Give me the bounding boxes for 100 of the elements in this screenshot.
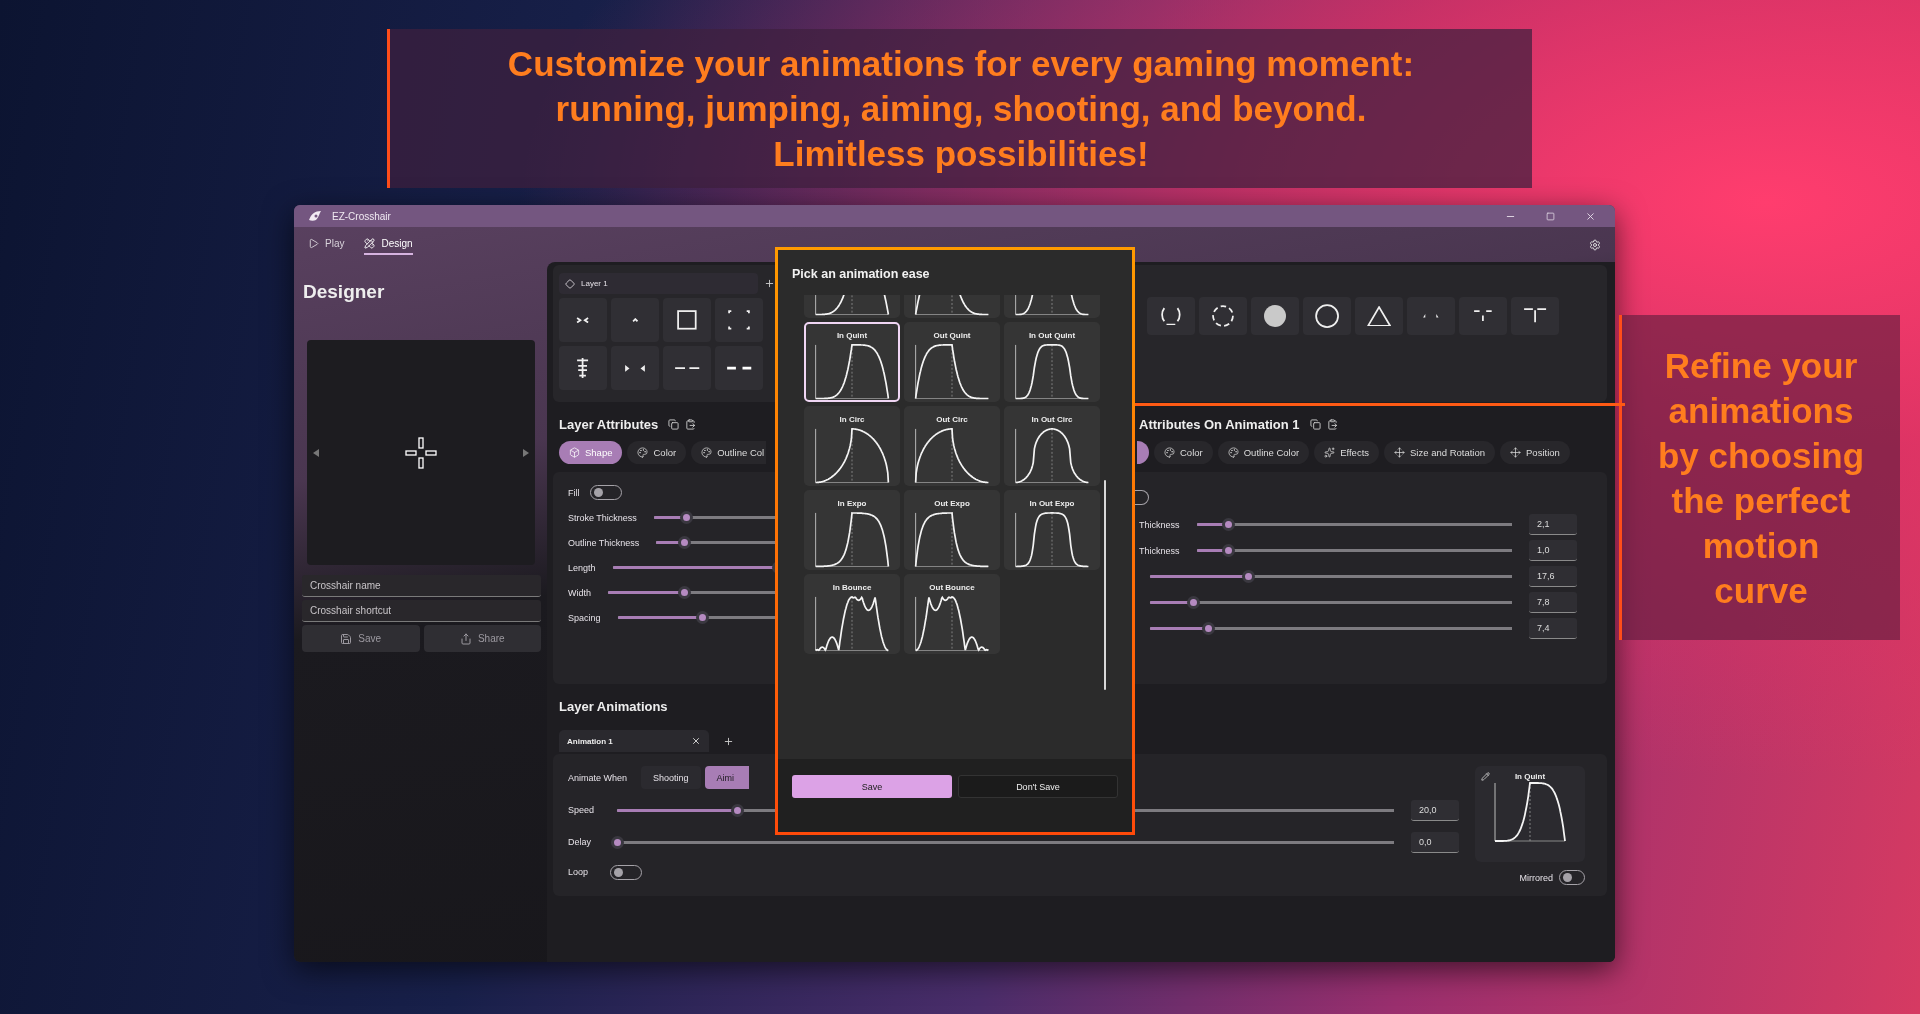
value-field[interactable]: 0,0: [1411, 831, 1459, 853]
ease-name: In Quint: [1514, 772, 1546, 781]
ease-option[interactable]: In Out Expo: [1004, 490, 1100, 570]
ease-option[interactable]: In Out Circ: [1004, 406, 1100, 486]
right-arrow-icon[interactable]: [523, 448, 529, 457]
paste-icon[interactable]: [1326, 418, 1338, 430]
attribute-tab[interactable]: Position: [1500, 440, 1570, 464]
diamond-icon: [565, 278, 575, 289]
text-field[interactable]: Crosshair shortcut: [302, 600, 541, 622]
palette-icon: [637, 446, 649, 458]
bird-logo-icon: [308, 210, 322, 222]
crosshair-shape-icon: [1366, 305, 1392, 327]
ease-preview-card[interactable]: In Quint: [1475, 766, 1585, 862]
ease-option[interactable]: In Quint: [804, 322, 900, 402]
shape-option[interactable]: [1303, 297, 1351, 335]
copy-icon[interactable]: [668, 418, 680, 430]
section-title: Layer Animations: [559, 698, 668, 714]
value-field[interactable]: 20,0: [1411, 799, 1459, 821]
ease-option[interactable]: In Bounce: [804, 574, 900, 654]
crosshair-shape-icon: [728, 310, 750, 330]
dialog-title: Pick an animation ease: [791, 266, 931, 283]
shape-option[interactable]: [663, 298, 711, 342]
ease-option[interactable]: Out Quint: [904, 322, 1000, 402]
slider-thumb[interactable]: [611, 835, 624, 849]
ease-option[interactable]: In Circ: [804, 406, 900, 486]
trigger-option[interactable]: Shooting: [641, 766, 701, 789]
slider-thumb[interactable]: [1201, 622, 1215, 635]
shape-option[interactable]: [1199, 297, 1247, 335]
field-label: Thickness: [1139, 519, 1180, 530]
ease-option[interactable]: Out Expo: [904, 490, 1000, 570]
save-button[interactable]: Save: [302, 625, 420, 652]
slider-thumb[interactable]: [1222, 518, 1236, 531]
slider-thumb[interactable]: [1222, 544, 1236, 557]
palette-icon: [1227, 446, 1239, 458]
ease-option[interactable]: In Out Quint: [1004, 322, 1100, 402]
ease-option[interactable]: In Expo: [804, 490, 900, 570]
save-icon: [340, 632, 353, 645]
crosshair-shape-icon: [1314, 303, 1340, 329]
trigger-option[interactable]: Aimi: [704, 766, 749, 789]
field-label: Speed: [568, 805, 596, 815]
slider-thumb[interactable]: [1241, 570, 1255, 583]
layer-tab[interactable]: Layer 1: [559, 273, 758, 294]
attribute-tab[interactable]: Color: [627, 440, 687, 464]
attribute-tab[interactable]: [1137, 440, 1149, 464]
settings-icon[interactable]: [1589, 238, 1601, 251]
value-field[interactable]: 17,6: [1529, 566, 1577, 587]
field-label: Mirrored: [1519, 872, 1553, 883]
crosshair-shape-icon: [1473, 309, 1493, 323]
ease-option[interactable]: Out Circ: [904, 406, 1000, 486]
share-icon: [459, 632, 472, 645]
slider-thumb[interactable]: [680, 511, 694, 524]
crosshair-shape-icon: [1212, 305, 1234, 327]
left-arrow-icon[interactable]: [313, 448, 319, 457]
ease-option[interactable]: Out Bounce: [904, 574, 1000, 654]
value-field[interactable]: 7,8: [1529, 592, 1577, 613]
slider-thumb[interactable]: [677, 586, 691, 599]
value-field[interactable]: 7,4: [1529, 618, 1577, 639]
value-field[interactable]: 2,1: [1529, 514, 1577, 535]
animation-tab[interactable]: Animation 1: [559, 730, 709, 752]
dont-save-button[interactable]: Don't Save: [958, 775, 1118, 798]
field-label: Spacing: [568, 612, 601, 623]
play-icon: [308, 238, 319, 249]
crosshair-shape-icon: [631, 317, 639, 323]
shape-option[interactable]: [1355, 297, 1403, 335]
slider-thumb[interactable]: [695, 611, 709, 624]
attribute-tab[interactable]: Effects: [1314, 440, 1380, 464]
section-title: Attributes On Animation 1: [1139, 416, 1300, 432]
callout-text: Refine your animations by choosing the perfect motion curve: [1657, 344, 1865, 612]
shape-option[interactable]: [1251, 297, 1299, 335]
attribute-tab[interactable]: Outline Color: [1217, 440, 1310, 464]
text-field[interactable]: Crosshair name: [302, 575, 541, 597]
shape-option[interactable]: [1511, 297, 1559, 335]
attribute-tab[interactable]: Color: [1154, 440, 1213, 464]
add-layer-button[interactable]: [764, 278, 775, 289]
paste-icon[interactable]: [685, 418, 697, 430]
palette-icon: [701, 446, 713, 458]
crosshair-shape-icon: [576, 357, 590, 379]
nav-tab[interactable]: Design: [364, 234, 413, 255]
slider-thumb[interactable]: [677, 536, 691, 549]
nav-tab[interactable]: Play: [308, 234, 345, 255]
shape-option[interactable]: [559, 346, 607, 390]
plus-icon: [764, 278, 775, 289]
shape-option[interactable]: [1147, 297, 1195, 335]
pencil-icon[interactable]: [1481, 772, 1490, 781]
share-button[interactable]: Share: [423, 625, 541, 652]
attribute-tab[interactable]: Size and Rotation: [1384, 440, 1496, 464]
slider-thumb[interactable]: [1187, 596, 1201, 609]
copy-icon[interactable]: [1309, 418, 1321, 430]
close-icon[interactable]: [691, 736, 701, 746]
value-field[interactable]: 1,0: [1529, 540, 1577, 561]
scrollbar-thumb[interactable]: [1104, 480, 1106, 690]
field-label: Delay: [568, 837, 592, 847]
attribute-tab[interactable]: Outline Col: [691, 440, 767, 464]
move-icon: [1510, 446, 1522, 458]
add-animation-button[interactable]: [723, 735, 734, 747]
slider-thumb[interactable]: [731, 803, 745, 817]
field-label: Fill: [568, 487, 580, 498]
design-icon: [364, 238, 376, 249]
plus-icon: [723, 735, 734, 747]
save-button[interactable]: Save: [792, 775, 952, 798]
